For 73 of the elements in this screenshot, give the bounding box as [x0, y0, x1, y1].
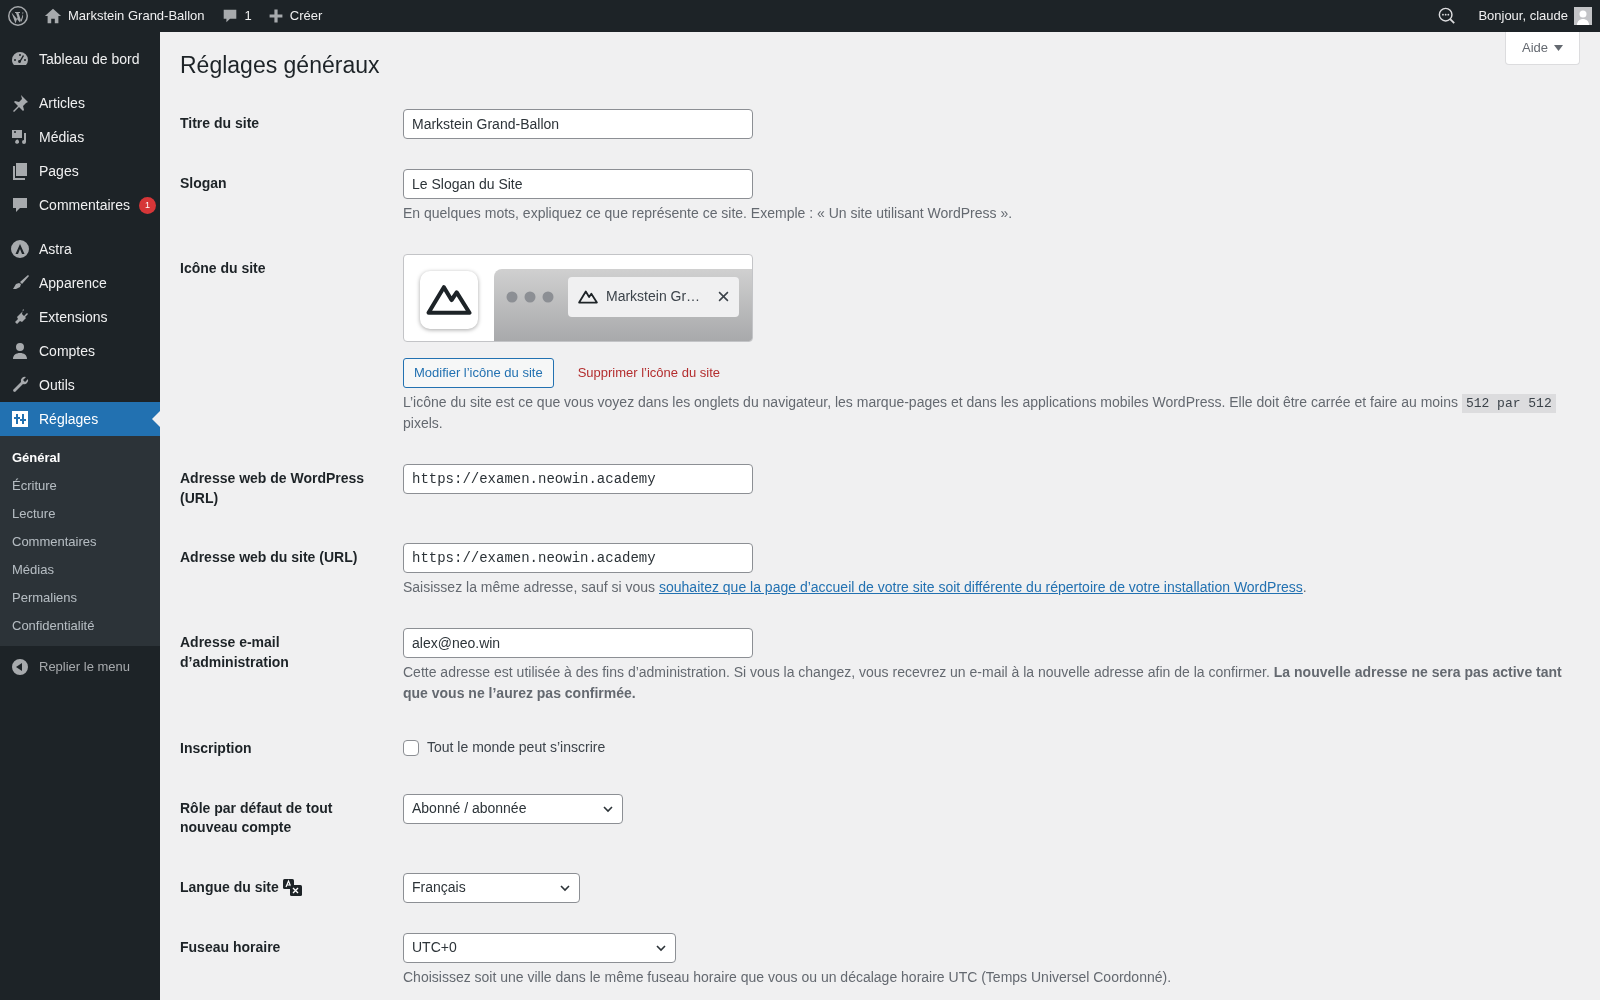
speech-bubble-icon: [10, 195, 30, 215]
mountain-icon: [426, 282, 472, 317]
field-label: Titre du site: [180, 114, 260, 131]
field-description: L’icône du site est ce que vous voyez dans les onglets du navigateur, les marque-pages et dans les applications mobiles WordPress. Elle doit être carrée et faire au moins 512 par 512 pixels.: [403, 391, 1570, 435]
checkbox-label: Tout le monde peut s’inscrire: [427, 738, 606, 758]
field-label: Slogan: [180, 174, 227, 191]
field-description: Cette adresse est utilisée à des fins d’administration. Si vous la changez, vous recevrez un e-mail à la nouvelle adresse afin de la confirmer. La nouvelle adresse ne sera pas active tant que vous ne l’aurez pas confirmée.: [403, 663, 1563, 704]
menu-item[interactable]: Articles: [0, 86, 160, 120]
field-label: Adresse web du site (URL): [180, 549, 358, 566]
field-description: Choisissez soit une ville dans le même fuseau horaire que vous ou un décalage horaire UTC (Temps Universel Coordonné).: [403, 968, 1173, 988]
field-label: Adresse web de WordPress (URL): [180, 470, 365, 506]
menu-item[interactable]: Réglages: [0, 402, 160, 436]
menu-item[interactable]: Outils: [0, 368, 160, 402]
text-field[interactable]: Markstein Grand-Ballon: [403, 108, 753, 139]
new-content-link[interactable]: Créer: [259, 0, 331, 32]
dropdown[interactable]: UTC+0: [403, 933, 676, 964]
dropdown[interactable]: Abonné / abonnée: [403, 793, 623, 824]
submenu-item[interactable]: Commentaires: [0, 527, 160, 555]
menu-item[interactable]: Comptes: [0, 334, 160, 368]
mountain-icon: [578, 289, 598, 304]
change-icon-button[interactable]: Modifier l’icône du site: [403, 357, 554, 388]
wrench-icon: [10, 375, 30, 395]
submenu-item[interactable]: Confidentialité: [0, 611, 160, 639]
field-label: Rôle par défaut de tout nouveau compte: [180, 799, 333, 836]
window-dots-icon: [506, 290, 554, 303]
menu-item[interactable]: Apparence: [0, 266, 160, 300]
site-name-link[interactable]: Markstein Grand-Ballon: [36, 0, 213, 32]
submenu-item[interactable]: Général: [0, 443, 160, 471]
menu-item[interactable]: Tableau de bord: [0, 42, 160, 76]
comments-link[interactable]: 1: [212, 0, 260, 32]
submenu-item[interactable]: Médias: [0, 555, 160, 583]
submenu-item[interactable]: Lecture: [0, 499, 160, 527]
text-field[interactable]: Le Slogan du Site: [403, 168, 753, 199]
field-label: Inscription: [180, 740, 252, 757]
caret-icon: [1554, 44, 1563, 51]
collapse-arrow-icon: [10, 657, 30, 677]
field-label: Fuseau horaire: [180, 939, 281, 956]
text-field[interactable]: alex@neo.win: [403, 628, 753, 659]
count-badge: 1: [139, 196, 157, 214]
submenu-item[interactable]: Écriture: [0, 471, 160, 499]
field-label: Langue du site: [180, 879, 279, 896]
circle-logo-icon: [8, 6, 28, 26]
menu-item[interactable]: Médias: [0, 120, 160, 154]
dropdown[interactable]: Français: [403, 873, 580, 904]
submenu-item[interactable]: Permaliens: [0, 583, 160, 611]
close-icon: [718, 291, 730, 303]
page-title: Réglages généraux: [180, 52, 380, 80]
menu-item[interactable]: Astra: [0, 232, 160, 266]
collapse-menu-link[interactable]: Replier le menu: [0, 650, 160, 684]
tab-title: Markstein Gr…: [606, 286, 701, 306]
help-button[interactable]: Aide: [1504, 32, 1580, 65]
checkbox[interactable]: [403, 740, 419, 757]
menu-item[interactable]: Commentaires 1: [0, 188, 160, 222]
account-link[interactable]: Bonjour, claude: [1470, 0, 1600, 32]
inline-link[interactable]: souhaitez que la page d’accueil de votre site soit différente du répertoire de votre installation WordPress: [659, 579, 1303, 596]
user-icon: [10, 341, 30, 361]
menu-item[interactable]: Pages: [0, 154, 160, 188]
remove-icon-link[interactable]: Supprimer l’icône du site: [577, 363, 720, 382]
url-field[interactable]: https://examen.neowin.academy: [403, 464, 753, 495]
field-description: En quelques mots, expliquez ce que représente ce site. Exemple : « Un site utilisant WordPress ».: [403, 203, 1014, 223]
circle-logo-icon: [10, 239, 30, 259]
field-label: Icône du site: [180, 259, 266, 276]
menu-item[interactable]: Extensions: [0, 300, 160, 334]
field-label: Adresse e-mail d’administration: [180, 634, 289, 670]
home-icon: [44, 7, 62, 25]
translate-icon: [282, 879, 302, 897]
field-description: Saisissez la même adresse, sauf si vous souhaitez que la page d’accueil de votre site soit différente du répertoire de votre installation WordPress.: [403, 578, 1308, 598]
search-icon: [1438, 7, 1457, 25]
pages-icon: [10, 161, 30, 181]
avatar-icon: [1574, 7, 1592, 25]
sliders-icon: [10, 409, 30, 429]
plus-icon: [267, 8, 284, 24]
url-field[interactable]: https://examen.neowin.academy: [403, 543, 753, 574]
